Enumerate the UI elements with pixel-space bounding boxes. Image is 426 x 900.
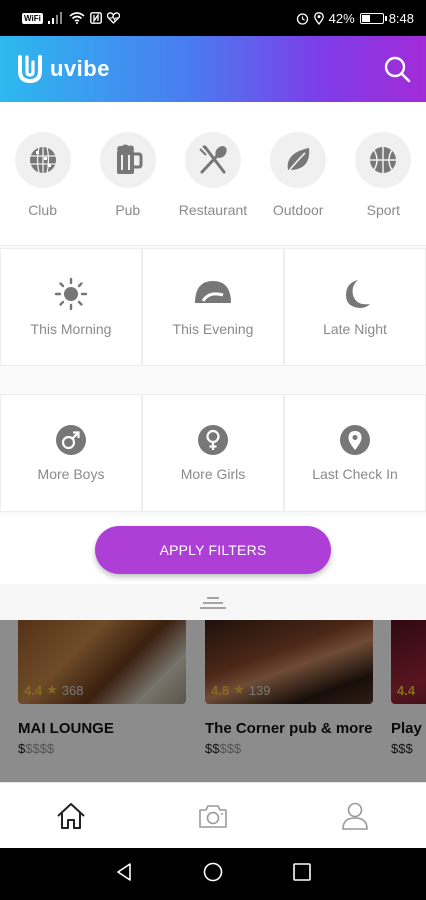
app-header: uvibe	[0, 36, 426, 102]
home-circle-icon	[203, 862, 223, 881]
moon-icon	[346, 280, 370, 308]
filter-this-evening[interactable]: This Evening	[142, 248, 284, 366]
restaurant-icon-circle	[184, 132, 241, 188]
status-bar: WiFi 42% 8:48	[0, 0, 426, 36]
female-icon	[198, 425, 228, 455]
filter-club[interactable]: Club	[3, 132, 83, 245]
filter-last-check-in[interactable]: Last Check In	[284, 394, 426, 512]
system-back-button[interactable]	[114, 862, 134, 887]
filter-label: More Girls	[180, 466, 246, 482]
filter-label: This Evening	[172, 321, 254, 337]
heart-rate-icon	[106, 12, 120, 24]
filter-more-boys[interactable]: More Boys	[0, 394, 142, 512]
filter-label: Restaurant	[178, 202, 248, 218]
wifi-calling-badge: WiFi	[22, 12, 43, 24]
basketball-icon	[370, 147, 397, 173]
status-left: WiFi	[22, 12, 120, 24]
category-filter-row: Club Pub Restaurant Outdoor Sport	[0, 102, 426, 246]
drag-handle-icon[interactable]	[200, 596, 226, 610]
sunset-icon	[193, 281, 233, 306]
sport-icon-circle	[355, 132, 412, 188]
filter-restaurant[interactable]: Restaurant	[173, 132, 253, 245]
bottom-navigation	[0, 782, 426, 848]
wifi-icon	[69, 12, 85, 24]
filter-this-morning[interactable]: This Morning	[0, 248, 142, 366]
uvibe-logo-icon	[18, 55, 42, 84]
camera-icon	[199, 804, 227, 828]
location-icon	[313, 11, 324, 25]
places-carousel[interactable]: 4.4 ★ 368 MAI LOUNGE $$$$$ 4.8 ★ 139 The…	[0, 620, 426, 782]
battery-percent: 42%	[328, 10, 355, 26]
sun-icon	[54, 277, 88, 311]
filter-sport[interactable]: Sport	[343, 132, 423, 245]
apply-filters-button[interactable]: APPLY FILTERS	[95, 526, 331, 574]
nav-camera[interactable]	[183, 796, 243, 836]
signal-icon	[47, 12, 64, 24]
male-icon	[56, 425, 86, 455]
status-right: 42% 8:48	[296, 11, 414, 26]
filter-label: Club	[28, 202, 57, 218]
search-button[interactable]	[382, 54, 412, 84]
user-icon	[342, 802, 368, 830]
filter-label: Outdoor	[272, 202, 324, 218]
search-icon	[384, 56, 411, 83]
nfc-icon	[89, 12, 102, 24]
pub-icon-circle	[99, 132, 156, 188]
club-icon-circle	[14, 132, 71, 188]
filter-panel: Club Pub Restaurant Outdoor Sport This M…	[0, 102, 426, 586]
location-pin-icon	[340, 425, 370, 455]
alarm-icon	[296, 12, 309, 25]
home-icon	[57, 802, 85, 829]
filter-outdoor[interactable]: Outdoor	[258, 132, 338, 245]
nav-profile[interactable]	[325, 796, 385, 836]
leaf-icon	[286, 148, 310, 174]
beer-mug-icon	[116, 144, 143, 174]
clock: 8:48	[388, 10, 414, 26]
fork-spoon-icon	[199, 145, 227, 174]
filter-label: Last Check In	[312, 466, 398, 482]
time-filter-row: This Morning This Evening Late Night	[0, 248, 426, 366]
battery-icon	[359, 12, 387, 24]
scrim-overlay[interactable]	[0, 620, 426, 782]
filter-label: This Morning	[30, 321, 112, 337]
outdoor-icon-circle	[270, 132, 327, 188]
apply-area: APPLY FILTERS	[0, 516, 426, 586]
disco-ball-icon	[29, 146, 56, 174]
filter-label: Late Night	[323, 321, 387, 337]
system-navigation-bar	[0, 848, 426, 900]
nav-home[interactable]	[41, 796, 101, 836]
filter-late-night[interactable]: Late Night	[284, 248, 426, 366]
filter-label: Sport	[366, 202, 401, 218]
filter-pub[interactable]: Pub	[88, 132, 168, 245]
app-name: uvibe	[50, 56, 110, 81]
system-recents-button[interactable]	[292, 862, 312, 887]
filter-label: Pub	[115, 202, 141, 218]
filter-label: More Boys	[37, 466, 105, 482]
battery-level	[361, 14, 370, 22]
system-home-button[interactable]	[203, 862, 223, 887]
recents-square-icon	[292, 862, 311, 881]
filter-drawer-handle-bar[interactable]	[0, 584, 426, 620]
filter-more-girls[interactable]: More Girls	[142, 394, 284, 512]
app-logo[interactable]: uvibe	[16, 54, 110, 84]
back-triangle-icon	[117, 862, 132, 881]
crowd-filter-row: More Boys More Girls Last Check In	[0, 394, 426, 512]
